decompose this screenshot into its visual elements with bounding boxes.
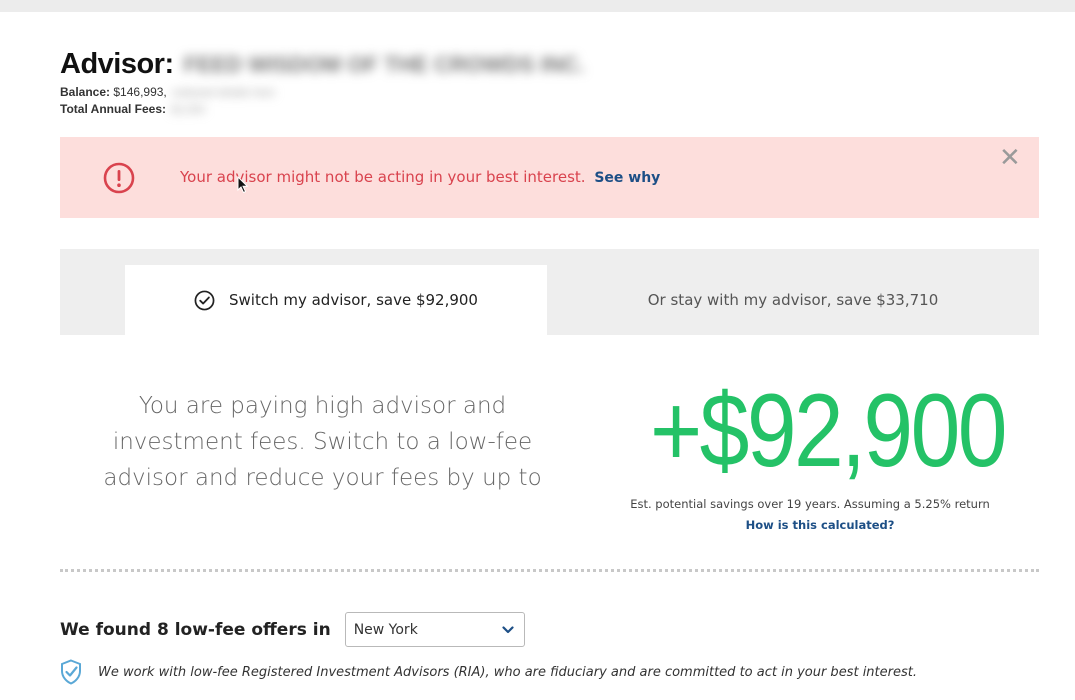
balance-extra-redacted: redacted details here [172,87,275,99]
advisor-header: Advisor: FEED WISDOM OF THE CROWDS INC. … [60,48,585,118]
checkmark-circle-icon [194,290,215,310]
tab-stay-with-advisor-label: Or stay with my advisor, save $33,710 [647,291,939,309]
fee-pitch-text: You are paying high advisor and investme… [100,388,545,496]
tab-switch-advisor[interactable]: Switch my advisor, save $92,900 [125,265,547,335]
alert-message-row: Your advisor might not be acting in your… [180,168,660,186]
advisor-name-redacted: FEED WISDOM OF THE CROWDS INC. [183,51,585,77]
pitch-line: You are paying high advisor and [138,393,507,419]
see-why-link[interactable]: See why [594,170,660,186]
fees-value-redacted: $1,000 [171,104,206,116]
ria-notice: We work with low-fee Registered Investme… [60,659,917,685]
top-bar [0,0,1075,12]
shield-check-icon [61,659,81,685]
tab-switch-advisor-label: Switch my advisor, save $92,900 [229,291,478,309]
mouse-cursor-icon [237,176,249,194]
ria-notice-text: We work with low-fee Registered Investme… [98,664,917,680]
fees-row: Total Annual Fees: $1,000 [60,101,585,118]
pitch-line: investment fees. Switch to a low-fee [112,429,533,455]
tab-stay-with-advisor[interactable]: Or stay with my advisor, save $33,710 [547,265,1039,335]
exclamation-circle-icon [103,162,135,194]
warning-alert: Your advisor might not be acting in your… [60,137,1039,218]
location-select-value: New York [353,621,418,638]
savings-tabs: Switch my advisor, save $92,900 Or stay … [60,249,1039,335]
advisor-label: Advisor: [60,48,174,80]
how-calculated-link[interactable]: How is this calculated? [620,518,1020,532]
pitch-line: advisor and reduce your fees by up to [103,465,542,491]
chevron-down-icon [502,625,514,633]
location-select[interactable]: New York [344,612,525,647]
dotted-divider [60,569,1039,572]
balance-row: Balance: $146,993, redacted details here [60,84,585,101]
close-icon[interactable]: ✕ [999,145,1021,171]
balance-label: Balance: [60,85,111,99]
savings-note: Est. potential savings over 19 years. As… [630,497,990,511]
offers-row: We found 8 low-fee offers in New York [60,612,525,647]
fees-label: Total Annual Fees: [60,102,167,116]
balance-value: $146,993, [113,85,167,99]
offers-title: We found 8 low-fee offers in [60,619,331,640]
advisor-line: Advisor: FEED WISDOM OF THE CROWDS INC. [60,48,585,81]
savings-amount: +$92,900 [650,373,1007,489]
